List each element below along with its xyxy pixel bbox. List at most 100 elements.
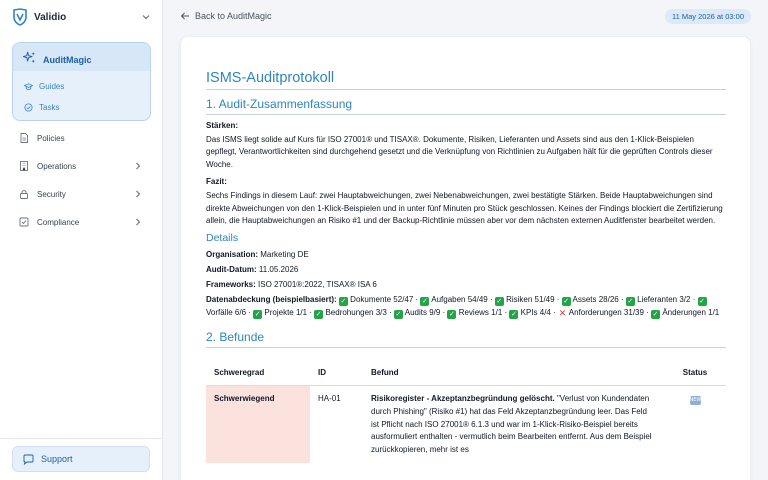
- audit-date-value: 11.05.2026: [258, 265, 299, 275]
- sidebar-item-compliance[interactable]: Compliance: [12, 212, 151, 232]
- check-mark-icon: ✓: [253, 310, 263, 320]
- id-cell: HA-01: [318, 394, 341, 404]
- graduation-cap-icon: [24, 83, 33, 90]
- sidebar-item-label: Policies: [37, 133, 65, 143]
- frameworks-label: Frameworks:: [206, 280, 256, 290]
- sidebar-item-label: Security: [37, 189, 66, 199]
- check-mark-icon: ✓: [625, 297, 635, 307]
- check-mark-icon: ✓: [561, 297, 571, 307]
- coverage-item: Aufgaben 54/49: [431, 295, 488, 305]
- strengths-text: Das ISMS liegt solide auf Kurs für ISO 2…: [206, 135, 713, 169]
- strengths-label: Stärken:: [206, 121, 239, 130]
- chevron-right-icon: [136, 218, 141, 226]
- audit-date-label: Audit-Datum:: [206, 265, 257, 275]
- sidebar-item-auditmagic[interactable]: AuditMagic: [13, 43, 150, 71]
- building-icon: [20, 161, 28, 171]
- chat-bubble-icon: [23, 454, 34, 465]
- validio-logo-icon: [13, 8, 27, 26]
- section-summary-heading: 1. Audit-Zusammenfassung: [206, 97, 353, 111]
- support-button[interactable]: Support: [12, 446, 150, 472]
- sidebar-subitem-guides[interactable]: Guides: [13, 76, 150, 97]
- sidebar-item-policies[interactable]: Policies: [12, 128, 151, 148]
- section-divider: [206, 347, 726, 349]
- conclusion-label: Fazit:: [206, 177, 227, 187]
- sidebar-divider: [0, 438, 163, 439]
- coverage-item: Risiken 51/49: [506, 295, 555, 305]
- finding-cell: Risikoregister - Akzeptanzbegründung gel…: [363, 386, 664, 463]
- auditmagic-section: AuditMagic Guides Tasks: [12, 42, 151, 121]
- coverage-item: Dokumente 52/47: [350, 295, 414, 305]
- table-row: Schwerwiegend HA-01 Risikoregister - Akz…: [206, 385, 726, 464]
- organisation-row: Organisation: Marketing DE: [206, 248, 726, 261]
- document-icon: [20, 133, 28, 143]
- document-title: ISMS-Auditprotokoll: [206, 70, 335, 86]
- audit-date-row: Audit-Datum: 11.05.2026: [206, 263, 726, 276]
- coverage-label: Datenabdeckung (beispielbasiert):: [206, 295, 337, 305]
- organisation-value: Marketing DE: [260, 250, 309, 260]
- date-badge: 11 May 2026 at 03:00: [665, 9, 751, 24]
- check-mark-icon: ✓: [697, 297, 707, 307]
- sidebar-item-label: Operations: [37, 161, 77, 171]
- sidebar-item-operations[interactable]: Operations: [12, 156, 151, 176]
- finding-title: Risikoregister - Akzeptanzbegründung gel…: [371, 394, 555, 404]
- coverage-item: Reviews 1/1: [458, 308, 503, 318]
- check-mark-icon: ✓: [447, 310, 457, 320]
- check-mark-icon: ✓: [509, 310, 519, 320]
- column-header-status[interactable]: Status: [664, 360, 726, 387]
- support-label: Support: [41, 454, 73, 464]
- frameworks-value: ISO 27001®:2022, TISAX® ISA 6: [258, 280, 377, 290]
- check-mark-icon: ✓: [338, 297, 348, 307]
- sidebar-item-label: AuditMagic: [43, 54, 92, 65]
- coverage-item: Anforderungen 31/39: [568, 308, 644, 318]
- cross-mark-icon: ✕: [558, 309, 567, 320]
- sidebar-item-label: Compliance: [37, 217, 80, 227]
- coverage-item: Bedrohungen 3/3: [325, 308, 387, 318]
- chevron-right-icon: [136, 190, 141, 198]
- section-divider: [206, 114, 726, 115]
- sidebar-subitem-label: Guides: [39, 82, 65, 91]
- column-header-id[interactable]: ID: [310, 360, 363, 387]
- details-heading: Details: [206, 232, 239, 245]
- coverage-item: Assets 28/26: [572, 295, 619, 305]
- brand-switcher[interactable]: Validio: [12, 6, 152, 28]
- back-link-label: Back to AuditMagic: [195, 11, 272, 21]
- check-mark-icon: ✓: [314, 310, 324, 320]
- coverage-item: Änderungen 1/1: [662, 308, 720, 318]
- table-header-row: Schweregrad ID Befund Status: [206, 360, 726, 387]
- brand-name: Validio: [34, 11, 67, 23]
- data-coverage: Datenabdeckung (beispielbasiert): ✓ Doku…: [206, 295, 720, 320]
- conclusion-text: Sechs Findings in diesem Lauf: zwei Haup…: [206, 191, 723, 226]
- coverage-item: Vorfälle 6/6: [206, 308, 247, 318]
- sidebar-subitem-label: Tasks: [39, 103, 60, 112]
- shield-check-icon: [19, 217, 29, 227]
- column-header-severity[interactable]: Schweregrad: [206, 360, 310, 387]
- status-cell: NEW: [664, 386, 726, 463]
- lock-icon: [20, 190, 28, 199]
- section-findings-heading: 2. Befunde: [206, 330, 265, 345]
- check-mark-icon: ✓: [651, 310, 661, 320]
- sidebar-item-security[interactable]: Security: [12, 184, 151, 204]
- column-header-finding[interactable]: Befund: [363, 360, 664, 387]
- title-divider: [206, 89, 726, 90]
- back-to-auditmagic-link[interactable]: Back to AuditMagic: [180, 9, 272, 23]
- new-badge-icon: NEW: [689, 396, 702, 406]
- arrow-left-icon: [180, 12, 189, 20]
- coverage-item: KPIs 4/4: [520, 308, 551, 318]
- sidebar: Validio AuditMagic Guides Tasks Policies…: [0, 0, 163, 480]
- severity-cell: Schwerwiegend: [206, 385, 310, 464]
- check-circle-icon: [24, 103, 33, 112]
- sidebar-subitem-tasks[interactable]: Tasks: [13, 97, 150, 118]
- sparkles-icon: [23, 51, 36, 63]
- organisation-label: Organisation:: [206, 250, 259, 260]
- check-mark-icon: ✓: [393, 310, 403, 320]
- chevron-right-icon: [136, 162, 141, 170]
- chevron-down-icon[interactable]: [140, 11, 152, 23]
- coverage-item: Lieferanten 3/2: [637, 295, 691, 305]
- check-mark-icon: ✓: [494, 297, 504, 307]
- coverage-item: Projekte 1/1: [264, 308, 308, 318]
- check-mark-icon: ✓: [420, 297, 430, 307]
- coverage-item: Audits 9/9: [404, 308, 441, 318]
- frameworks-row: Frameworks: ISO 27001®:2022, TISAX® ISA …: [206, 278, 726, 291]
- audit-document: ISMS-Auditprotokoll 1. Audit-Zusammenfas…: [180, 36, 751, 480]
- findings-table: Schweregrad ID Befund Status Schwerwiege…: [206, 360, 726, 464]
